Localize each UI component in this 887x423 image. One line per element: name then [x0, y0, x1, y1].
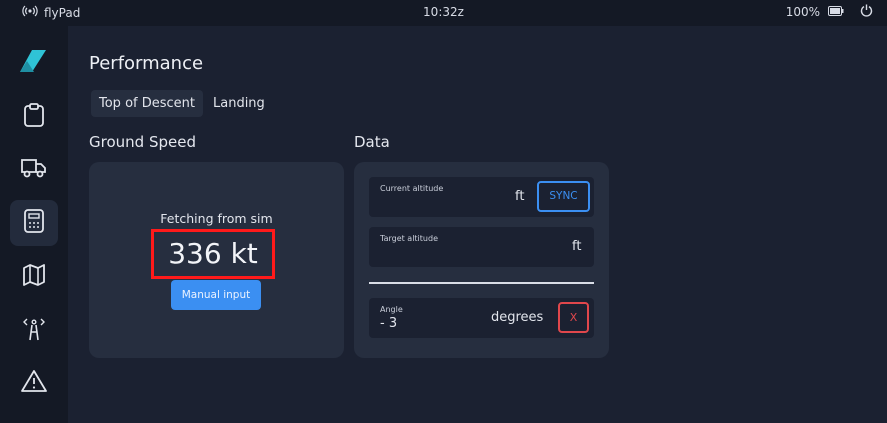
tab-top-of-descent[interactable]: Top of Descent: [91, 90, 203, 117]
sidebar-item-failures[interactable]: [10, 360, 58, 406]
clear-angle-button[interactable]: X: [558, 302, 589, 333]
angle-unit: degrees: [491, 310, 544, 325]
logo-icon: [20, 50, 46, 76]
map-icon: [22, 264, 46, 290]
status-right: 100%: [786, 4, 873, 20]
sidebar: [0, 26, 68, 423]
divider: [369, 282, 594, 284]
sidebar-item-dispatch[interactable]: [10, 147, 58, 193]
power-icon[interactable]: [860, 4, 873, 20]
current-altitude-field[interactable]: Current altitude ft SYNC: [369, 177, 594, 217]
truck-icon: [21, 158, 47, 182]
angle-field[interactable]: Angle - 3 degrees X: [369, 298, 594, 338]
sync-button[interactable]: SYNC: [537, 181, 590, 212]
clipboard-icon: [23, 103, 45, 131]
calculator-icon: [23, 209, 45, 237]
current-altitude-label: Current altitude: [380, 184, 444, 193]
battery-percent: 100%: [785, 5, 820, 19]
status-bar: flyPad 10:32z 100%: [0, 0, 887, 26]
sidebar-item-atc[interactable]: [10, 308, 58, 354]
sidebar-item-dashboard[interactable]: [10, 94, 58, 140]
ground-speed-highlight: 336 kt: [151, 229, 275, 279]
current-altitude-unit: ft: [515, 189, 525, 204]
sidebar-item-navigation[interactable]: [10, 254, 58, 300]
target-altitude-unit: ft: [572, 239, 582, 254]
ground-speed-panel: Fetching from sim 336 kt Manual input: [89, 162, 344, 358]
clock: 10:32z: [423, 5, 464, 19]
data-panel: Current altitude ft SYNC Target altitude…: [354, 162, 609, 358]
data-title: Data: [354, 133, 390, 151]
target-altitude-label: Target altitude: [380, 234, 438, 243]
ground-speed-status: Fetching from sim: [160, 211, 273, 226]
angle-label: Angle: [380, 305, 403, 314]
page-title: Performance: [89, 53, 204, 74]
target-altitude-field[interactable]: Target altitude ft: [369, 227, 594, 267]
angle-value: - 3: [380, 316, 398, 331]
ground-speed-value: 336 kt: [168, 237, 258, 270]
ground-speed-title: Ground Speed: [89, 133, 196, 151]
manual-input-button[interactable]: Manual input: [171, 280, 261, 310]
tab-landing[interactable]: Landing: [205, 90, 273, 117]
sidebar-item-performance[interactable]: [10, 200, 58, 246]
warning-icon: [21, 370, 47, 396]
battery-icon: [828, 5, 844, 19]
tower-icon: [21, 317, 47, 345]
